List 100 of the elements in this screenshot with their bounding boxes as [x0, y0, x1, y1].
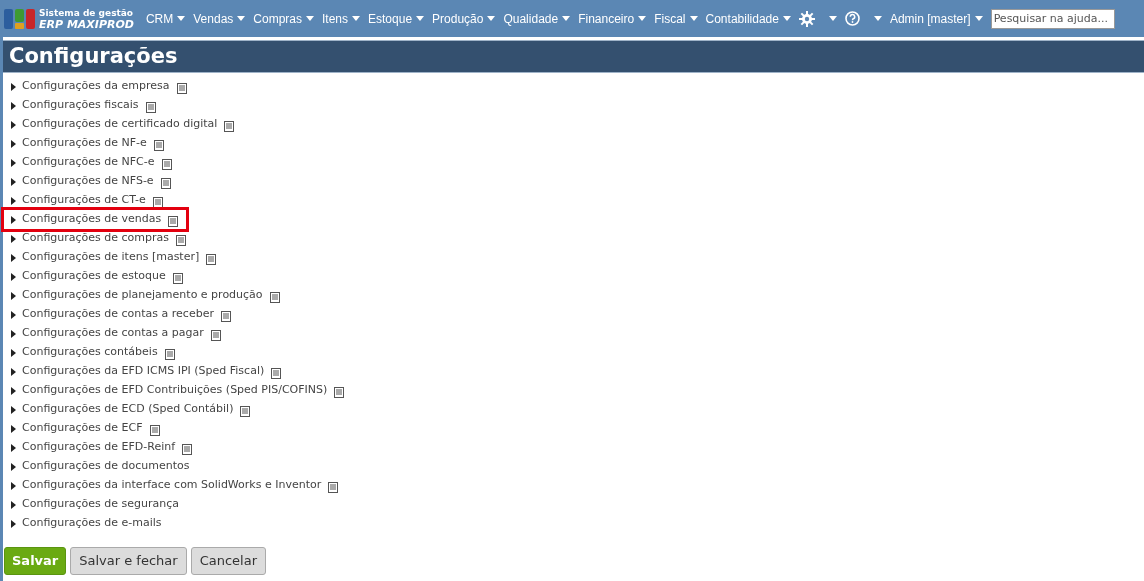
caret-icon — [177, 16, 186, 21]
note-icon[interactable] — [210, 329, 221, 341]
expand-arrow-icon[interactable] — [11, 500, 16, 509]
menu-item[interactable]: Produção — [428, 3, 500, 34]
settings-link[interactable]: Configurações de vendas — [22, 211, 162, 228]
settings-link[interactable]: Configurações de EFD Contribuições (Sped PIS/COFINS) — [22, 382, 328, 399]
expand-arrow-icon[interactable] — [11, 519, 16, 528]
expand-arrow-icon[interactable] — [11, 310, 16, 319]
expand-arrow-icon[interactable] — [11, 424, 16, 433]
note-icon[interactable] — [149, 424, 160, 436]
logo-title: ERP MAXIPROD — [39, 18, 134, 31]
menu-item[interactable]: Compras — [249, 3, 318, 34]
settings-link[interactable]: Configurações da EFD ICMS IPI (Sped Fiscal) — [22, 363, 265, 380]
settings-link[interactable]: Configurações de ECD (Sped Contábil) — [22, 401, 234, 418]
note-icon[interactable] — [160, 177, 171, 189]
expand-arrow-icon[interactable] — [11, 367, 16, 376]
note-icon[interactable] — [240, 405, 251, 417]
menu-item[interactable]: Itens — [318, 3, 364, 34]
settings-link[interactable]: Configurações de segurança — [22, 496, 180, 513]
caret-icon — [689, 16, 698, 21]
menu-item[interactable]: Qualidade — [499, 3, 575, 34]
expand-arrow-icon[interactable] — [11, 272, 16, 281]
settings-link[interactable]: Configurações de documentos — [22, 458, 190, 475]
menu-item[interactable]: Fiscal — [650, 3, 702, 34]
help-icon — [844, 11, 860, 26]
expand-arrow-icon[interactable] — [11, 443, 16, 452]
expand-arrow-icon[interactable] — [11, 386, 16, 395]
settings-link[interactable]: Configurações da empresa — [22, 78, 170, 95]
expand-arrow-icon[interactable] — [11, 82, 16, 91]
menu-item[interactable]: CRM — [141, 3, 190, 34]
caret-icon — [828, 16, 837, 21]
settings-link[interactable]: Configurações de ECF — [22, 420, 143, 437]
settings-link[interactable]: Configurações da interface com SolidWorks e Inventor — [22, 477, 322, 494]
expand-arrow-icon[interactable] — [11, 291, 16, 300]
settings-link[interactable]: Configurações de contas a pagar — [22, 325, 204, 342]
note-icon[interactable] — [168, 215, 179, 227]
caret-icon — [562, 16, 571, 21]
note-icon[interactable] — [164, 348, 175, 360]
menu-item[interactable]: Vendas — [189, 3, 250, 34]
settings-link[interactable]: Configurações de estoque — [22, 268, 166, 285]
search-field[interactable]: Pesquisar na ajuda... — [990, 8, 1115, 29]
expand-arrow-icon[interactable] — [11, 196, 16, 205]
logo-icon — [4, 7, 36, 30]
settings-link[interactable]: Configurações contábeis — [22, 344, 158, 361]
note-icon[interactable] — [220, 310, 231, 322]
action-button[interactable]: Salvar e fechar — [70, 547, 187, 575]
note-icon[interactable] — [172, 272, 183, 284]
settings-link[interactable]: Configurações de NFS-e — [22, 173, 154, 190]
caret-icon — [873, 16, 882, 21]
expand-arrow-icon[interactable] — [11, 253, 16, 262]
settings-link[interactable]: Configurações de certificado digital — [22, 116, 218, 133]
expand-arrow-icon[interactable] — [11, 139, 16, 148]
settings-link[interactable]: Configurações de itens [master] — [22, 249, 200, 266]
menu-item[interactable]: Contabilidade — [701, 3, 795, 34]
note-icon[interactable] — [224, 120, 235, 132]
settings-link[interactable]: Configurações de CT-e — [22, 192, 146, 209]
menu-item[interactable]: Financeiro — [574, 3, 651, 34]
caret-icon — [974, 16, 983, 21]
settings-link[interactable]: Configurações de NF-e — [22, 135, 147, 152]
caret-icon — [416, 16, 425, 21]
expand-arrow-icon[interactable] — [11, 329, 16, 338]
note-icon[interactable] — [334, 386, 345, 398]
settings-link[interactable]: Configurações de compras — [22, 230, 170, 247]
menu-item[interactable]: Estoque — [364, 3, 429, 34]
note-icon[interactable] — [176, 82, 187, 94]
note-icon[interactable] — [206, 253, 217, 265]
settings-link[interactable]: Configurações de EFD-Reinf — [22, 439, 176, 456]
action-button[interactable]: Cancelar — [190, 547, 266, 575]
expand-arrow-icon[interactable] — [11, 234, 16, 243]
note-icon[interactable] — [161, 158, 172, 170]
caret-icon — [237, 16, 246, 21]
expand-arrow-icon[interactable] — [11, 462, 16, 471]
settings-link[interactable]: Configurações de planejamento e produção — [22, 287, 263, 304]
note-icon[interactable] — [328, 481, 339, 493]
note-icon[interactable] — [269, 291, 280, 303]
caret-icon — [638, 16, 647, 21]
expand-arrow-icon[interactable] — [11, 348, 16, 357]
expand-arrow-icon[interactable] — [11, 120, 16, 129]
expand-arrow-icon[interactable] — [11, 101, 16, 110]
expand-arrow-icon[interactable] — [11, 215, 16, 224]
note-icon[interactable] — [153, 139, 164, 151]
logo-subtitle: Sistema de gestão — [39, 6, 134, 19]
settings-link[interactable]: Configurações fiscais — [22, 97, 139, 114]
settings-link[interactable]: Configurações de contas a receber — [22, 306, 214, 323]
note-icon[interactable] — [182, 443, 193, 455]
note-icon[interactable] — [145, 101, 156, 113]
caret-icon — [352, 16, 360, 21]
page-title: Configurações — [9, 42, 178, 70]
settings-icon — [798, 10, 815, 27]
note-icon[interactable] — [176, 234, 187, 246]
expand-arrow-icon[interactable] — [11, 481, 16, 490]
note-icon[interactable] — [271, 367, 282, 379]
menu-item[interactable]: Admin [master] — [885, 3, 987, 34]
note-icon[interactable] — [152, 196, 163, 208]
expand-arrow-icon[interactable] — [11, 177, 16, 186]
expand-arrow-icon[interactable] — [11, 405, 16, 414]
settings-link[interactable]: Configurações de e-mails — [22, 515, 162, 532]
settings-link[interactable]: Configurações de NFC-e — [22, 154, 155, 171]
expand-arrow-icon[interactable] — [11, 158, 16, 167]
caret-icon — [782, 16, 791, 21]
